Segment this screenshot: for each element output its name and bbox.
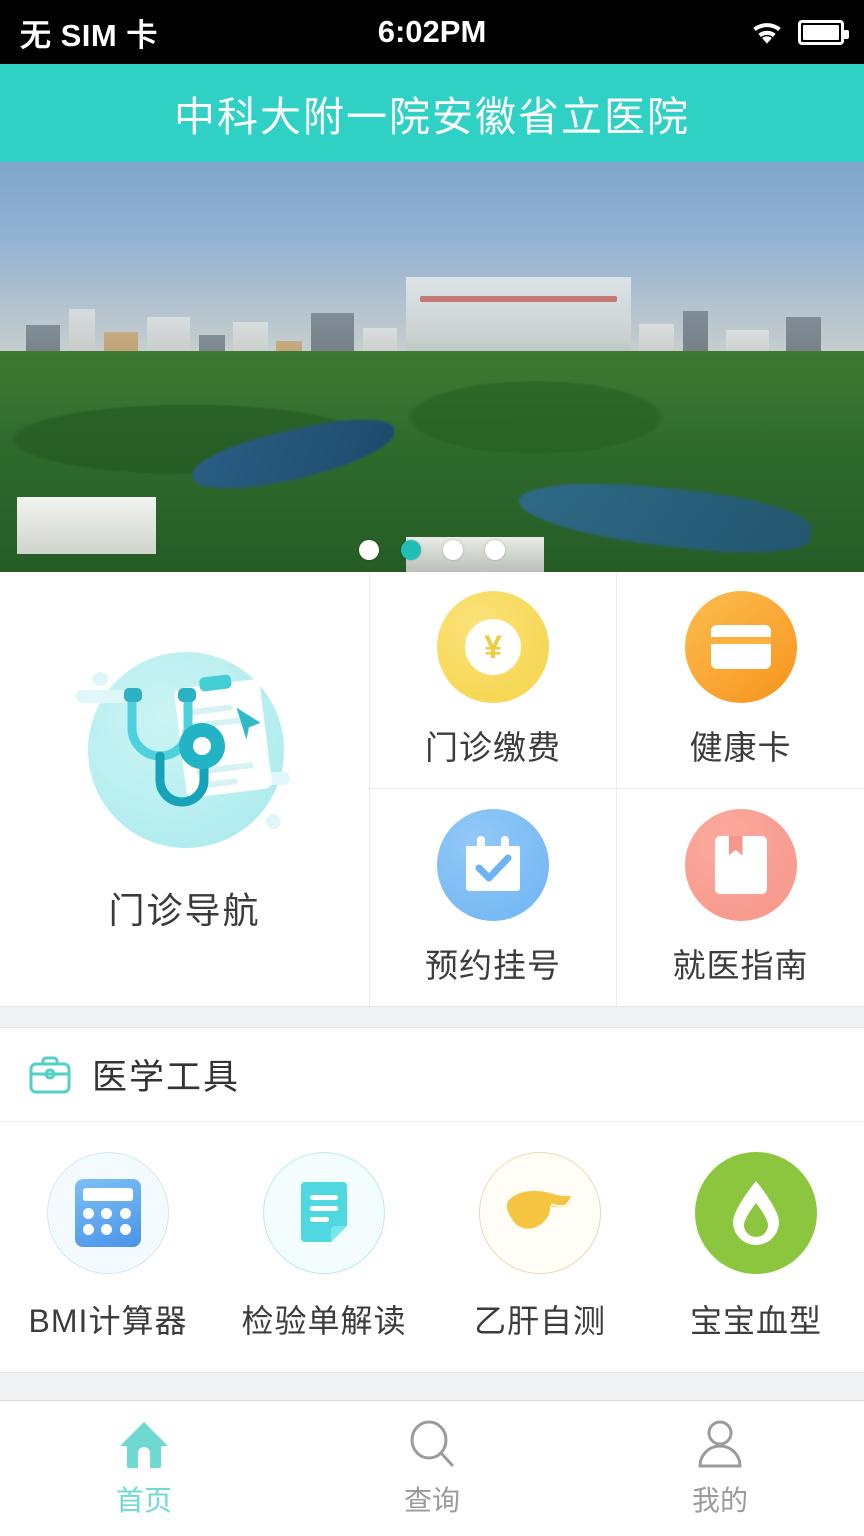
liver-icon — [479, 1152, 601, 1274]
carousel-dot[interactable] — [443, 540, 463, 560]
blood-drop-icon — [695, 1152, 817, 1274]
quick-action-label: 预约挂号 — [425, 946, 561, 984]
app-screen: 无 SIM 卡 6:02PM 中科大附一院安徽省立医院 门诊导航 ¥ 门诊缴费 … — [0, 0, 864, 1536]
credit-card-icon — [684, 591, 797, 703]
quick-action-label: 门诊缴费 — [425, 729, 561, 766]
tool-baby-blood-type[interactable]: 宝宝血型 — [648, 1152, 864, 1342]
quick-action-label: 就医指南 — [672, 946, 809, 984]
tab-label: 我的 — [691, 1484, 748, 1516]
tool-label: BMI计算器 — [28, 1303, 188, 1339]
content-spacer — [0, 1372, 864, 1400]
app-header: 中科大附一院安徽省立医院 — [0, 64, 864, 162]
search-icon — [410, 1420, 454, 1466]
quick-actions-grid: 门诊导航 ¥ 门诊缴费 健康卡 预约挂号 就医指南 — [0, 572, 864, 1006]
tool-lab-report-interpretation[interactable]: 检验单解读 — [216, 1152, 432, 1342]
carousel-dot[interactable] — [485, 540, 505, 560]
medical-tools-row: BMI计算器 检验单解读 乙肝自测 宝宝血型 — [0, 1122, 864, 1372]
tab-profile[interactable]: 我的 — [576, 1419, 864, 1519]
quick-action-medical-guide[interactable]: 就医指南 — [617, 789, 864, 1006]
calendar-check-icon — [437, 808, 549, 921]
battery-icon — [798, 19, 849, 45]
tab-label: 查询 — [403, 1484, 460, 1516]
quick-action-health-card[interactable]: 健康卡 — [617, 572, 864, 789]
medical-kit-icon — [29, 1056, 71, 1093]
carousel-indicators[interactable] — [0, 540, 864, 560]
wifi-icon — [753, 23, 781, 44]
carousel-dot[interactable] — [359, 540, 379, 560]
tool-label: 检验单解读 — [241, 1303, 407, 1339]
medical-tools-header: 医学工具 — [0, 1028, 864, 1122]
section-divider — [0, 1006, 864, 1028]
banner-carousel[interactable] — [0, 162, 864, 572]
quick-action-small-grid: ¥ 门诊缴费 健康卡 预约挂号 就医指南 — [370, 572, 864, 1006]
banner-lake — [187, 409, 401, 501]
tool-label: 宝宝血型 — [689, 1303, 822, 1339]
carrier-label: 无 SIM 卡 — [20, 17, 158, 53]
quick-action-label: 门诊导航 — [108, 890, 261, 931]
person-icon — [698, 1420, 742, 1467]
quick-action-appointment[interactable]: 预约挂号 — [370, 789, 617, 1006]
yen-coin-icon: ¥ — [437, 591, 549, 703]
status-bar: 无 SIM 卡 6:02PM — [0, 0, 864, 64]
page-title: 中科大附一院安徽省立医院 — [174, 94, 690, 140]
status-icons — [750, 19, 849, 45]
quick-action-label: 健康卡 — [689, 729, 792, 766]
carousel-dot-active[interactable] — [401, 540, 421, 560]
tab-search[interactable]: 查询 — [288, 1419, 576, 1519]
book-guide-icon — [684, 808, 797, 921]
tab-label: 首页 — [115, 1484, 172, 1516]
tool-label: 乙肝自测 — [473, 1303, 606, 1339]
banner-trees — [0, 350, 864, 572]
stethoscope-clipboard-icon — [70, 644, 300, 856]
tool-bmi-calculator[interactable]: BMI计算器 — [0, 1152, 216, 1342]
bottom-tab-bar: 首页 查询 我的 — [0, 1400, 864, 1536]
tab-home[interactable]: 首页 — [0, 1419, 288, 1519]
document-lines-icon — [263, 1152, 385, 1274]
quick-action-outpatient-payment[interactable]: ¥ 门诊缴费 — [370, 572, 617, 789]
calculator-icon — [47, 1152, 169, 1274]
tool-hepatitis-b-self-test[interactable]: 乙肝自测 — [432, 1152, 648, 1342]
home-icon — [120, 1421, 168, 1468]
quick-action-clinic-navigation[interactable]: 门诊导航 — [0, 572, 370, 1006]
section-title: 医学工具 — [92, 1058, 241, 1097]
